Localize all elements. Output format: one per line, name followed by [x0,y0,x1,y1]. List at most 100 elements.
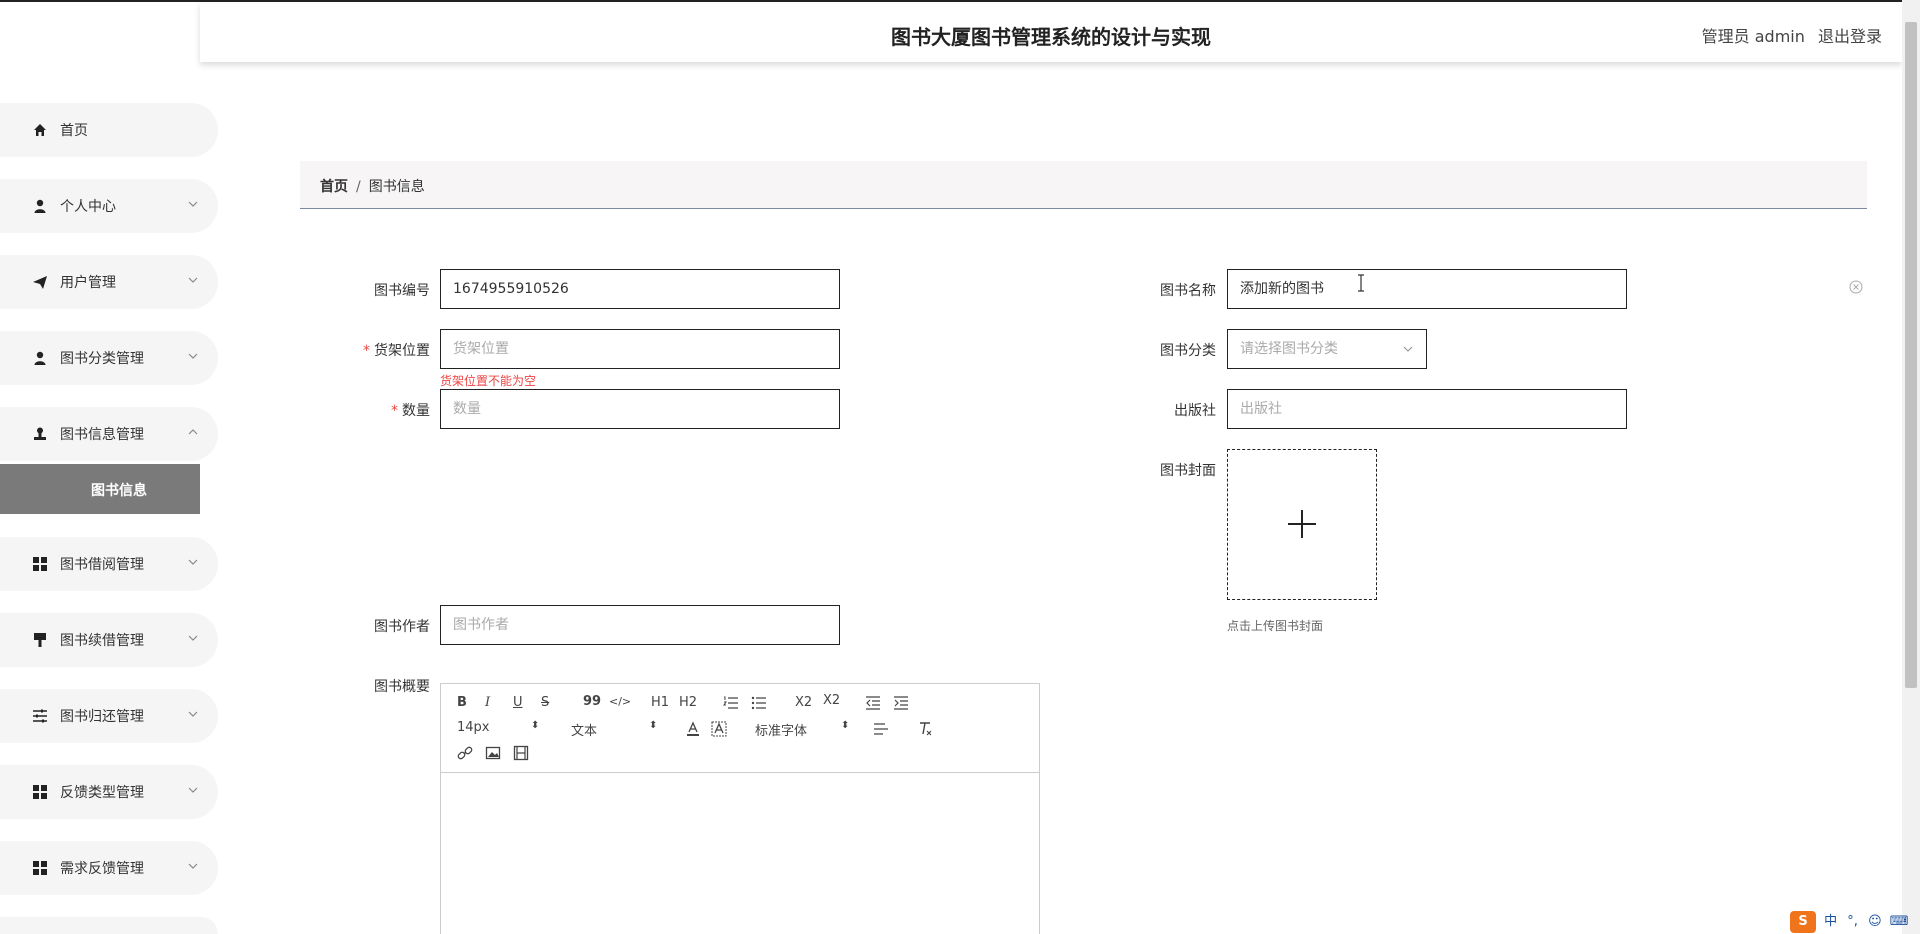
brush-icon [34,633,46,647]
grid-icon [33,557,47,571]
bullet-list-icon[interactable] [751,696,767,710]
sidebar-item-label: 需求反馈管理 [60,861,144,877]
cover-upload-box[interactable] [1227,449,1377,600]
person-icon [34,351,46,365]
summary-rich-editor[interactable]: B I U S 99 </> H1 H2 X2 X2 14px ⬍ 文本 ⬍ 标准字… [440,683,1040,934]
align-left-icon[interactable] [873,722,889,736]
send-icon [33,276,47,289]
logout-link[interactable]: 退出登录 [1818,27,1882,46]
chevron-down-icon [188,353,198,359]
superscript-button[interactable]: X2 [823,693,840,708]
breadcrumb-home[interactable]: 首页 [320,179,348,195]
h1-button[interactable]: H1 [651,695,669,710]
book-name-label: 图书名称 [1160,283,1216,299]
sidebar-item-renew-management[interactable]: 图书续借管理 [0,613,218,667]
home-icon [34,124,46,136]
publisher-input[interactable]: 出版社 [1227,389,1627,429]
grid-icon [33,861,47,875]
user-label: 管理员 admin [1701,27,1805,46]
book-no-input[interactable]: 1674955910526 [440,269,840,309]
chevron-down-icon [1403,346,1413,352]
ordered-list-icon[interactable] [723,696,739,710]
chevron-down-icon [188,201,198,207]
sidebar: 首页 个人中心 用户管理 图书分类管理 图书信息管理 图书信息 图书借阅管理 图… [0,0,218,934]
image-icon[interactable] [485,745,501,761]
ime-mode[interactable]: 中 [1824,914,1837,929]
app-title: 图书大厦图书管理系统的设计与实现 [891,25,1211,49]
sidebar-item-home[interactable]: 首页 [0,103,218,157]
ime-toolbar[interactable]: S 中 °, ☺ ⌨ [1790,910,1909,933]
category-label: 图书分类 [1160,343,1216,359]
sidebar-item-borrow-management[interactable]: 图书借阅管理 [0,537,218,591]
ime-logo-icon: S [1790,911,1816,933]
ime-punct[interactable]: °, [1847,914,1858,929]
bold-button[interactable]: B [457,695,467,710]
link-icon[interactable] [457,745,473,761]
chevron-up-icon [188,429,198,435]
chevron-down-icon [188,277,198,283]
code-button[interactable]: </> [609,695,631,708]
h2-button[interactable]: H2 [679,695,697,710]
sidebar-item-label: 反馈类型管理 [60,785,144,801]
background-color-icon[interactable] [711,721,727,737]
shelf-input[interactable]: 货架位置 [440,329,840,369]
sidebar-item-category-management[interactable]: 图书分类管理 [0,331,218,385]
grid-icon [33,785,47,799]
italic-button[interactable]: I [485,695,490,710]
sidebar-item-label: 用户管理 [60,275,116,291]
sidebar-item-partial [0,917,218,934]
keyboard-icon[interactable]: ⌨ [1890,914,1909,929]
user-area: 管理员 admin 退出登录 [1694,23,1882,47]
subscript-button[interactable]: X2 [795,695,812,710]
strike-button[interactable]: S [541,695,549,710]
breadcrumb-current: 图书信息 [368,179,425,195]
sidebar-item-label: 个人中心 [60,199,116,215]
clear-circle-icon[interactable] [1849,280,1863,294]
sidebar-item-label: 图书信息管理 [60,427,144,443]
person-icon [34,199,46,213]
summary-label: 图书概要 [374,679,430,695]
outdent-icon[interactable] [865,696,881,710]
sidebar-item-feedback-type-management[interactable]: 反馈类型管理 [0,765,218,819]
scrollbar-thumb[interactable] [1905,22,1917,688]
emoji-icon[interactable]: ☺ [1868,914,1882,929]
shelf-error-message: 货架位置不能为空 [440,374,537,388]
chevron-down-icon [188,863,198,869]
clear-format-icon[interactable] [917,721,933,737]
sidebar-item-feedback-management[interactable]: 需求反馈管理 [0,841,218,895]
publisher-label: 出版社 [1174,403,1216,419]
indent-icon[interactable] [893,696,909,710]
video-icon[interactable] [513,745,529,761]
sidebar-item-label: 图书分类管理 [60,351,144,367]
font-family-select[interactable]: 标准字体 ⬍ [755,720,855,739]
sidebar-subitem-book-info[interactable]: 图书信息 [0,464,200,514]
sidebar-item-personal-center[interactable]: 个人中心 [0,179,218,233]
category-select[interactable]: 请选择图书分类 [1227,329,1427,369]
sidebar-item-label: 图书续借管理 [60,633,144,649]
sidebar-item-label: 图书借阅管理 [60,557,144,573]
quantity-label: * 数量 [391,403,430,419]
sidebar-item-user-management[interactable]: 用户管理 [0,255,218,309]
font-color-icon[interactable] [685,721,701,737]
page-scrollbar[interactable] [1902,0,1920,934]
sidebar-item-book-info-management[interactable]: 图书信息管理 [0,407,218,461]
chevron-down-icon [188,711,198,717]
sidebar-item-return-management[interactable]: 图书归还管理 [0,689,218,743]
author-input[interactable]: 图书作者 [440,605,840,645]
quote-button[interactable]: 99 [583,694,601,709]
top-header: 图书大厦图书管理系统的设计与实现 管理员 admin 退出登录 [200,2,1902,62]
breadcrumb-separator: / [356,179,361,195]
plus-icon [1288,510,1316,538]
quantity-input[interactable]: 数量 [440,389,840,429]
font-size-select[interactable]: 14px ⬍ [457,720,543,735]
stamp-icon [34,427,46,440]
book-name-input[interactable]: 添加新的图书 [1227,269,1627,309]
author-label: 图书作者 [374,619,430,635]
sliders-icon [33,709,47,723]
text-type-select[interactable]: 文本 ⬍ [571,720,657,739]
underline-button[interactable]: U [513,695,523,710]
cover-label: 图书封面 [1160,463,1216,479]
shelf-label: * 货架位置 [363,343,430,359]
sidebar-item-label: 首页 [60,123,88,139]
sidebar-subitem-label: 图书信息 [91,483,147,499]
